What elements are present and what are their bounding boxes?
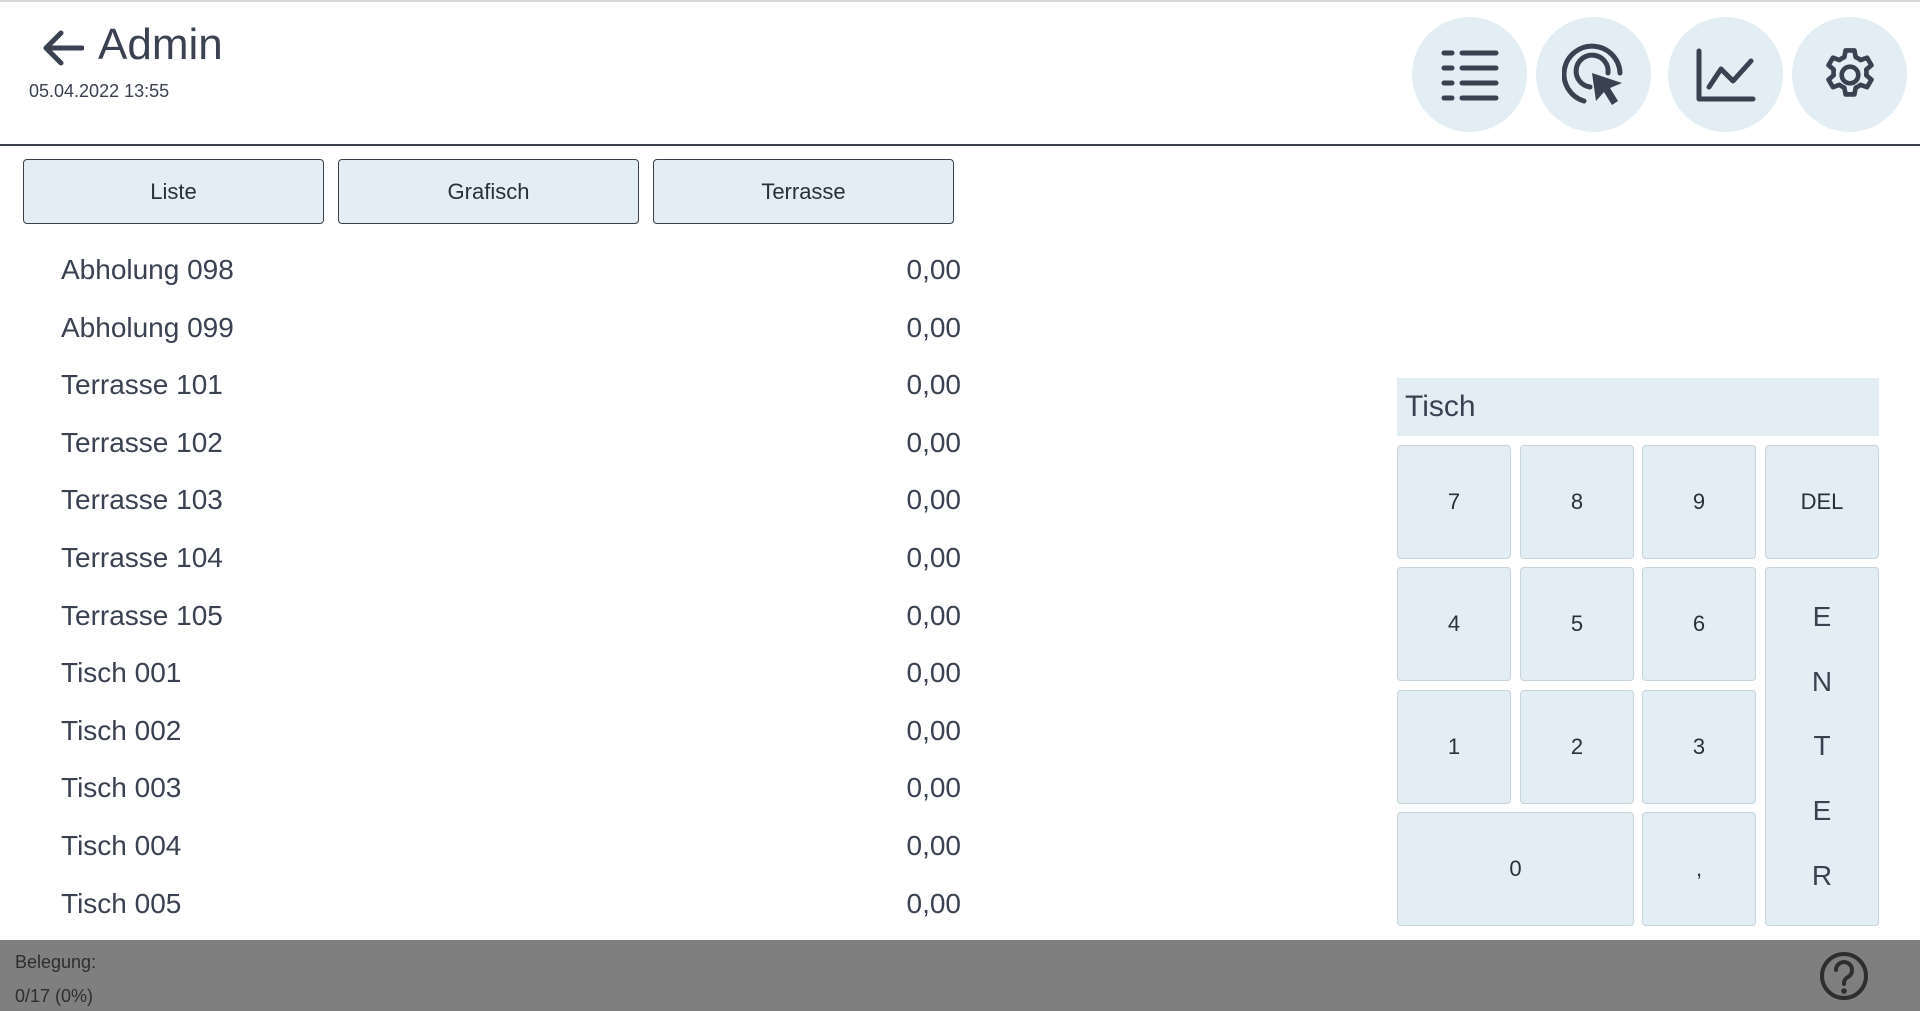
header-bar: Admin 05.04.2022 13:55 bbox=[0, 0, 1920, 146]
table-amount: 0,00 bbox=[906, 599, 962, 631]
table-amount: 0,00 bbox=[906, 369, 962, 401]
table-name: Terrasse 105 bbox=[61, 599, 223, 631]
occupancy-label: Belegung: bbox=[15, 952, 97, 972]
occupancy-value: 0/17 (0%) bbox=[15, 986, 94, 1006]
tab-liste[interactable]: Liste bbox=[23, 159, 324, 224]
table-amount: 0,00 bbox=[906, 426, 962, 458]
table-amount: 0,00 bbox=[906, 657, 962, 689]
key-enter[interactable]: E N T E R bbox=[1765, 567, 1879, 926]
table-row[interactable]: Terrasse 103 0,00 bbox=[40, 474, 962, 532]
tab-terrasse[interactable]: Terrasse bbox=[653, 159, 954, 224]
table-name: Terrasse 101 bbox=[61, 369, 223, 401]
enter-letter: E bbox=[1812, 795, 1832, 827]
key-1[interactable]: 1 bbox=[1397, 690, 1511, 804]
chart-line-icon bbox=[1696, 48, 1755, 101]
statistics-button[interactable] bbox=[1668, 17, 1783, 132]
datetime-label: 05.04.2022 13:55 bbox=[29, 81, 170, 101]
table-amount: 0,00 bbox=[906, 887, 962, 919]
table-amount: 0,00 bbox=[906, 772, 962, 804]
table-name: Terrasse 102 bbox=[61, 426, 223, 458]
question-circle-icon bbox=[1820, 952, 1868, 1000]
table-row[interactable]: Abholung 099 0,00 bbox=[40, 302, 962, 360]
key-3[interactable]: 3 bbox=[1642, 690, 1756, 804]
table-row[interactable]: Tisch 002 0,00 bbox=[40, 705, 962, 763]
enter-letter: N bbox=[1811, 665, 1833, 697]
table-row[interactable]: Tisch 003 0,00 bbox=[40, 762, 962, 820]
key-comma[interactable]: , bbox=[1642, 812, 1756, 926]
table-row[interactable]: Terrasse 104 0,00 bbox=[40, 532, 962, 590]
tab-grafisch[interactable]: Grafisch bbox=[338, 159, 639, 224]
table-row[interactable]: Tisch 001 0,00 bbox=[40, 647, 962, 705]
table-amount: 0,00 bbox=[906, 311, 962, 343]
key-2[interactable]: 2 bbox=[1520, 690, 1634, 804]
back-arrow-icon bbox=[43, 30, 84, 66]
table-row[interactable]: Terrasse 102 0,00 bbox=[40, 417, 962, 475]
table-name: Tisch 002 bbox=[61, 714, 182, 746]
table-row[interactable]: Terrasse 105 0,00 bbox=[40, 590, 962, 648]
page-title: Admin bbox=[98, 20, 223, 69]
list-view-button[interactable] bbox=[1412, 17, 1527, 132]
touch-target-icon bbox=[1561, 43, 1622, 105]
table-name: Terrasse 104 bbox=[61, 541, 223, 573]
table-list: Abholung 098 0,00 Abholung 099 0,00 Terr… bbox=[40, 244, 962, 936]
key-6[interactable]: 6 bbox=[1642, 567, 1756, 681]
table-row[interactable]: Abholung 098 0,00 bbox=[40, 244, 962, 302]
list-view-icon bbox=[1441, 50, 1498, 100]
table-name: Abholung 098 bbox=[61, 254, 234, 285]
key-5[interactable]: 5 bbox=[1520, 567, 1634, 681]
key-del[interactable]: DEL bbox=[1765, 445, 1879, 559]
footer-bar: Belegung: 0/17 (0%) bbox=[0, 940, 1920, 1011]
table-row[interactable]: Tisch 004 0,00 bbox=[40, 820, 962, 878]
table-name: Tisch 001 bbox=[61, 657, 182, 689]
key-0[interactable]: 0 bbox=[1397, 812, 1634, 926]
key-9[interactable]: 9 bbox=[1642, 445, 1756, 559]
table-row[interactable]: Terrasse 101 0,00 bbox=[40, 359, 962, 417]
key-4[interactable]: 4 bbox=[1397, 567, 1511, 681]
back-button[interactable] bbox=[40, 25, 86, 71]
touch-target-button[interactable] bbox=[1536, 17, 1651, 132]
table-name: Abholung 099 bbox=[61, 311, 234, 343]
table-name: Tisch 003 bbox=[61, 772, 182, 804]
enter-letter: T bbox=[1813, 730, 1831, 762]
table-amount: 0,00 bbox=[906, 254, 962, 285]
key-7[interactable]: 7 bbox=[1397, 445, 1511, 559]
key-8[interactable]: 8 bbox=[1520, 445, 1634, 559]
help-button[interactable] bbox=[1818, 950, 1870, 1002]
settings-button[interactable] bbox=[1792, 17, 1907, 132]
table-amount: 0,00 bbox=[906, 484, 962, 516]
table-name: Tisch 005 bbox=[61, 887, 182, 919]
table-amount: 0,00 bbox=[906, 714, 962, 746]
gear-icon bbox=[1825, 47, 1874, 97]
enter-letter: R bbox=[1811, 860, 1833, 892]
table-amount: 0,00 bbox=[906, 541, 962, 573]
enter-letter: E bbox=[1812, 600, 1832, 632]
table-amount: 0,00 bbox=[906, 829, 962, 861]
table-name: Tisch 004 bbox=[61, 829, 182, 861]
table-name: Terrasse 103 bbox=[61, 484, 223, 516]
table-row[interactable]: Tisch 005 0,00 bbox=[40, 878, 962, 936]
numpad-display: Tisch bbox=[1397, 378, 1879, 436]
